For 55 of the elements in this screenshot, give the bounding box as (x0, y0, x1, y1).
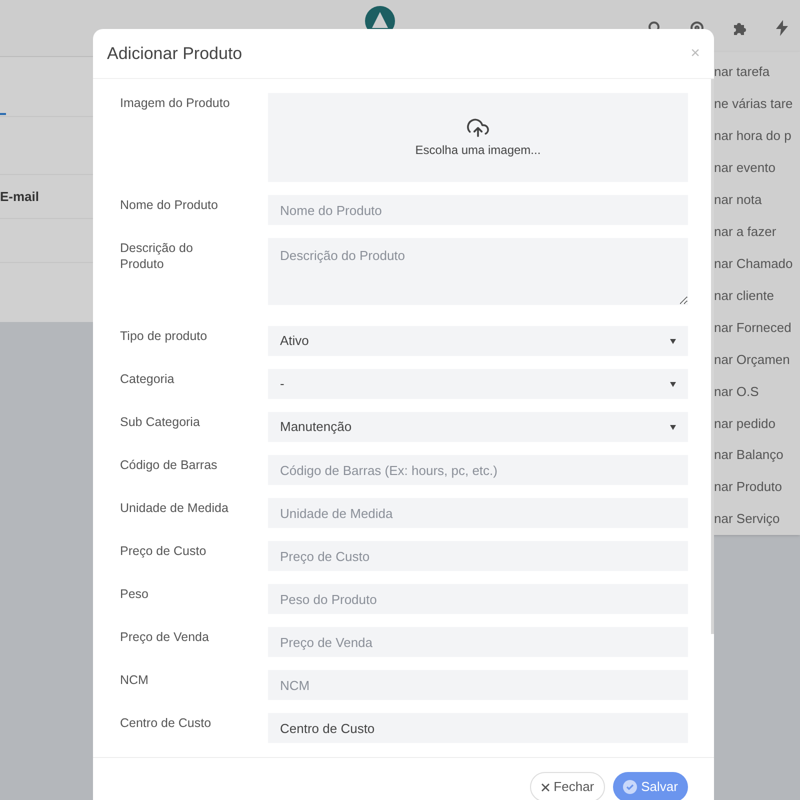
menu-item[interactable]: nar pedido (714, 407, 800, 440)
input-field[interactable]: Unidade de Medida (268, 498, 688, 528)
field-label: Preço de Custo (120, 543, 208, 560)
input-field[interactable]: Nome do Produto (268, 195, 688, 225)
puzzle-icon[interactable] (732, 20, 748, 36)
input-field[interactable]: Código de Barras (Ex: hours, pc, etc.) (268, 455, 688, 485)
check-circle-icon (623, 780, 638, 794)
input-field[interactable]: NCM (268, 670, 688, 700)
menu-item[interactable]: nar Produto (714, 471, 800, 504)
menu-item[interactable]: nar O.S (714, 375, 800, 408)
field-label: Sub Categoria (120, 414, 201, 431)
menu-item[interactable]: nar Balanço (714, 439, 800, 472)
tab-underline (0, 113, 6, 115)
field-label: Unidade de Medida (120, 500, 230, 517)
input-field[interactable]: Peso do Produto (268, 584, 688, 614)
field-label: Categoria (120, 371, 176, 388)
select-field[interactable]: - (268, 369, 688, 399)
modal-title: Adicionar Produto (107, 42, 242, 65)
select-field[interactable]: Ativo (268, 326, 688, 356)
field-label: Imagem do Produto (120, 95, 231, 112)
upload-cloud-icon (467, 116, 489, 136)
menu-item[interactable]: nar a fazer (714, 216, 800, 248)
image-upload-area[interactable]: Escolha uma imagem... (268, 93, 688, 182)
menu-item[interactable]: nar Forneced (714, 312, 800, 344)
x-icon (540, 782, 550, 792)
field-label: Peso (120, 586, 150, 603)
menu-item[interactable]: nar tarefa (714, 56, 800, 88)
menu-item[interactable]: nar cliente (714, 280, 800, 312)
close-dialog-button[interactable]: Fechar (530, 772, 606, 800)
email-label: E-mail (0, 188, 40, 206)
upload-hint: Escolha uma imagem... (415, 142, 541, 158)
input-field[interactable]: Centro de Custo (268, 713, 688, 743)
field-label: Preço de Venda (120, 629, 210, 646)
field-label: Tipo de produto (120, 328, 208, 345)
description-field[interactable]: Descrição do Produto (268, 238, 688, 305)
caret-icon (670, 338, 676, 344)
menu-item[interactable]: nar Chamado (714, 248, 800, 280)
select-field[interactable]: Manutenção (268, 412, 688, 442)
input-field[interactable]: Preço de Custo (268, 541, 688, 571)
field-label: NCM (120, 672, 150, 689)
save-button[interactable]: Salvar (613, 772, 688, 800)
menu-item[interactable]: nar evento (714, 152, 800, 184)
field-label: Código de Barras (120, 457, 218, 474)
caret-icon (670, 382, 676, 386)
menu-item[interactable]: ne várias tare (714, 88, 800, 120)
field-label: Nome do Produto (120, 197, 219, 214)
lightning-icon[interactable] (776, 20, 788, 36)
menu-item[interactable]: nar nota (714, 184, 800, 216)
menu-item[interactable]: nar Orçamen (714, 343, 800, 376)
menu-item[interactable]: nar Serviço (714, 503, 800, 536)
field-label: Centro de Custo (120, 715, 212, 732)
input-field[interactable]: Preço de Venda (268, 627, 688, 657)
menu-item[interactable]: nar hora do p (714, 120, 800, 152)
field-label: Descrição do Produto (120, 240, 194, 273)
caret-icon (670, 424, 676, 430)
